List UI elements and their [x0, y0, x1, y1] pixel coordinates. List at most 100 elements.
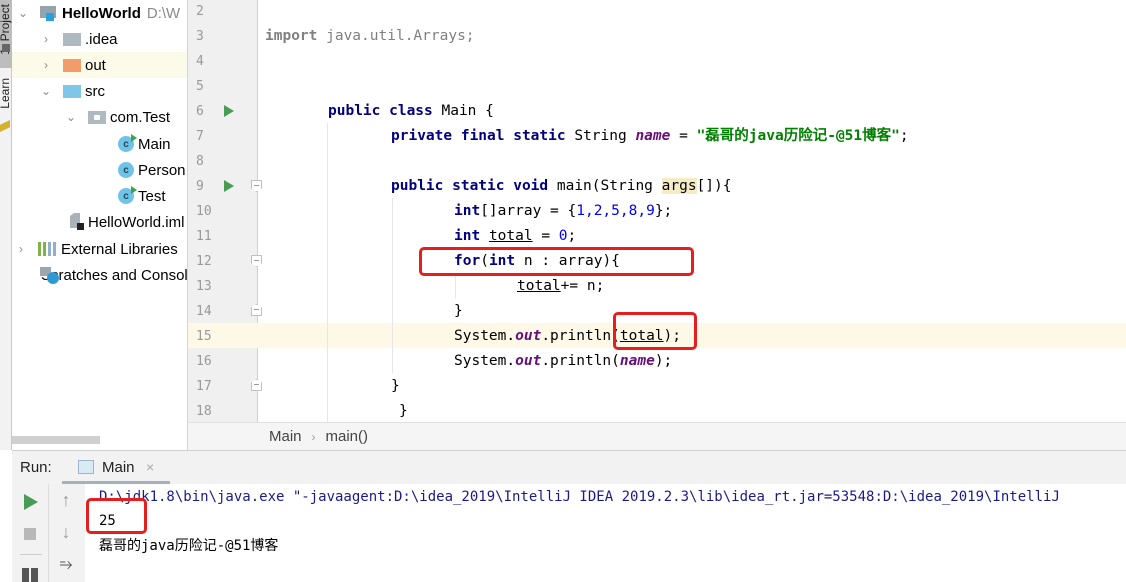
- code-text: main(String: [548, 178, 662, 194]
- module-icon: [40, 5, 58, 21]
- annotation-box-println-total: [613, 312, 697, 350]
- run-method-icon[interactable]: [224, 180, 234, 192]
- breadcrumb: Main › main(): [188, 422, 1126, 450]
- run-class-icon[interactable]: [224, 105, 234, 117]
- project-tab-icon: [2, 44, 10, 52]
- run-panel-label: Run:: [20, 459, 52, 476]
- code-line-3: import java.util.Arrays;: [265, 24, 475, 49]
- tree-item-label: .idea: [85, 30, 118, 48]
- code-text: );: [654, 353, 673, 369]
- tree-item-com-test[interactable]: ⌄ com.Test: [12, 104, 187, 130]
- keyword: import: [265, 28, 318, 44]
- learn-tool-tab[interactable]: Learn: [0, 78, 12, 109]
- code-text: .println(: [541, 353, 620, 369]
- chevron-right-icon[interactable]: ›: [14, 242, 28, 256]
- rerun-button[interactable]: [24, 494, 38, 510]
- chevron-right-icon[interactable]: ›: [39, 58, 53, 72]
- chevron-down-icon[interactable]: ⌄: [16, 6, 30, 20]
- chevron-down-icon[interactable]: ⌄: [39, 84, 53, 98]
- code-text: System.: [454, 353, 516, 369]
- tool-window-strip: 1: Project Learn: [0, 0, 12, 450]
- code-text: .println(: [541, 328, 620, 344]
- learn-icon: [0, 120, 10, 132]
- breadcrumb-item-class[interactable]: Main: [269, 428, 302, 445]
- import-path: java.util.Arrays;: [317, 28, 475, 44]
- layout-button[interactable]: [22, 568, 38, 582]
- number-literals: 1,2,5,8,9: [576, 203, 655, 219]
- code-line-14: }: [454, 303, 463, 319]
- indent-guide: [455, 273, 456, 298]
- line-number: 9: [196, 179, 204, 194]
- java-class-icon: c: [118, 134, 137, 152]
- line-number: 18: [196, 404, 212, 419]
- run-panel-header: [12, 450, 1126, 484]
- line-number: 13: [196, 279, 212, 294]
- field-name: name: [619, 353, 655, 369]
- number-literal: 0: [558, 228, 568, 244]
- code-line-6: public class Main {: [328, 99, 494, 124]
- code-line-18: }: [399, 403, 408, 419]
- code-text: Main {: [432, 103, 494, 119]
- tree-item-scratches[interactable]: Scratches and Consoles: [12, 262, 188, 288]
- console-output-line: 磊哥的java历险记-@51博客: [99, 538, 279, 554]
- keyword: public static void: [391, 178, 549, 194]
- module-path: D:\W: [146, 4, 181, 22]
- tree-item-helloworld[interactable]: ⌄ HelloWorld D:\W: [12, 0, 187, 26]
- tree-item-idea[interactable]: › .idea: [12, 26, 187, 52]
- breadcrumb-item-method[interactable]: main(): [326, 428, 369, 445]
- tree-item-main[interactable]: c Main: [12, 131, 187, 157]
- tree-item-external-libraries[interactable]: › External Libraries: [12, 236, 187, 262]
- breadcrumb-separator: ›: [311, 429, 316, 444]
- line-number: 4: [196, 54, 204, 69]
- indent-guide: [392, 198, 393, 373]
- line-number: 5: [196, 79, 204, 94]
- tree-item-iml[interactable]: HelloWorld.iml: [12, 209, 187, 235]
- code-text: []){: [696, 178, 732, 194]
- code-editor[interactable]: [258, 0, 1126, 422]
- annotation-box-for-loop: [419, 247, 694, 276]
- down-arrow-icon[interactable]: ↓: [58, 522, 74, 543]
- excluded-folder-icon: [63, 58, 81, 72]
- line-number: 7: [196, 129, 204, 144]
- keyword: int: [454, 203, 481, 219]
- iml-file-icon: [68, 213, 84, 231]
- tree-item-label: com.Test: [110, 108, 171, 126]
- toolbar-divider: [20, 554, 42, 555]
- code-line-16: System.out.println(name);: [454, 349, 672, 374]
- tree-item-src[interactable]: ⌄ src: [12, 78, 187, 104]
- console-icon: [78, 460, 94, 474]
- tree-item-person[interactable]: c Person: [12, 157, 187, 183]
- code-line-13: total+= n;: [517, 274, 604, 299]
- tree-item-label: Scratches and Consoles: [41, 266, 188, 284]
- close-icon[interactable]: ×: [146, 459, 154, 475]
- stop-button[interactable]: [24, 528, 36, 540]
- tree-item-label: src: [85, 82, 105, 100]
- chevron-right-icon[interactable]: ›: [39, 32, 53, 46]
- tree-item-test[interactable]: c Test: [12, 183, 187, 209]
- soft-wrap-icon[interactable]: ⥱: [58, 556, 74, 574]
- up-arrow-icon[interactable]: ↑: [58, 490, 74, 511]
- annotation-box-output: [86, 498, 147, 534]
- line-number: 16: [196, 354, 212, 369]
- tree-item-out[interactable]: › out: [12, 52, 187, 78]
- source-folder-icon: [63, 84, 81, 98]
- project-tree: ⌄ HelloWorld D:\W › .idea › out ⌄ src ⌄ …: [12, 0, 188, 450]
- chevron-down-icon[interactable]: ⌄: [64, 110, 78, 124]
- run-tab-label: Main: [102, 459, 135, 476]
- tree-item-label: HelloWorld: [62, 4, 141, 22]
- code-line-10: int[]array = {1,2,5,8,9};: [454, 199, 672, 224]
- line-number: 10: [196, 204, 212, 219]
- code-line-11: int total = 0;: [454, 224, 576, 249]
- line-number: 3: [196, 29, 204, 44]
- code-text: += n;: [560, 278, 605, 294]
- tree-item-label: out: [85, 56, 106, 74]
- code-text: String: [565, 128, 636, 144]
- line-number: 14: [196, 304, 212, 319]
- keyword: private final static: [391, 128, 566, 144]
- project-tool-tab[interactable]: 1: Project: [0, 0, 12, 68]
- project-tree-scrollbar[interactable]: [12, 436, 100, 444]
- parameter-name: args: [661, 178, 697, 194]
- run-tab-main[interactable]: Main ×: [62, 450, 170, 484]
- tree-item-label: External Libraries: [61, 240, 178, 258]
